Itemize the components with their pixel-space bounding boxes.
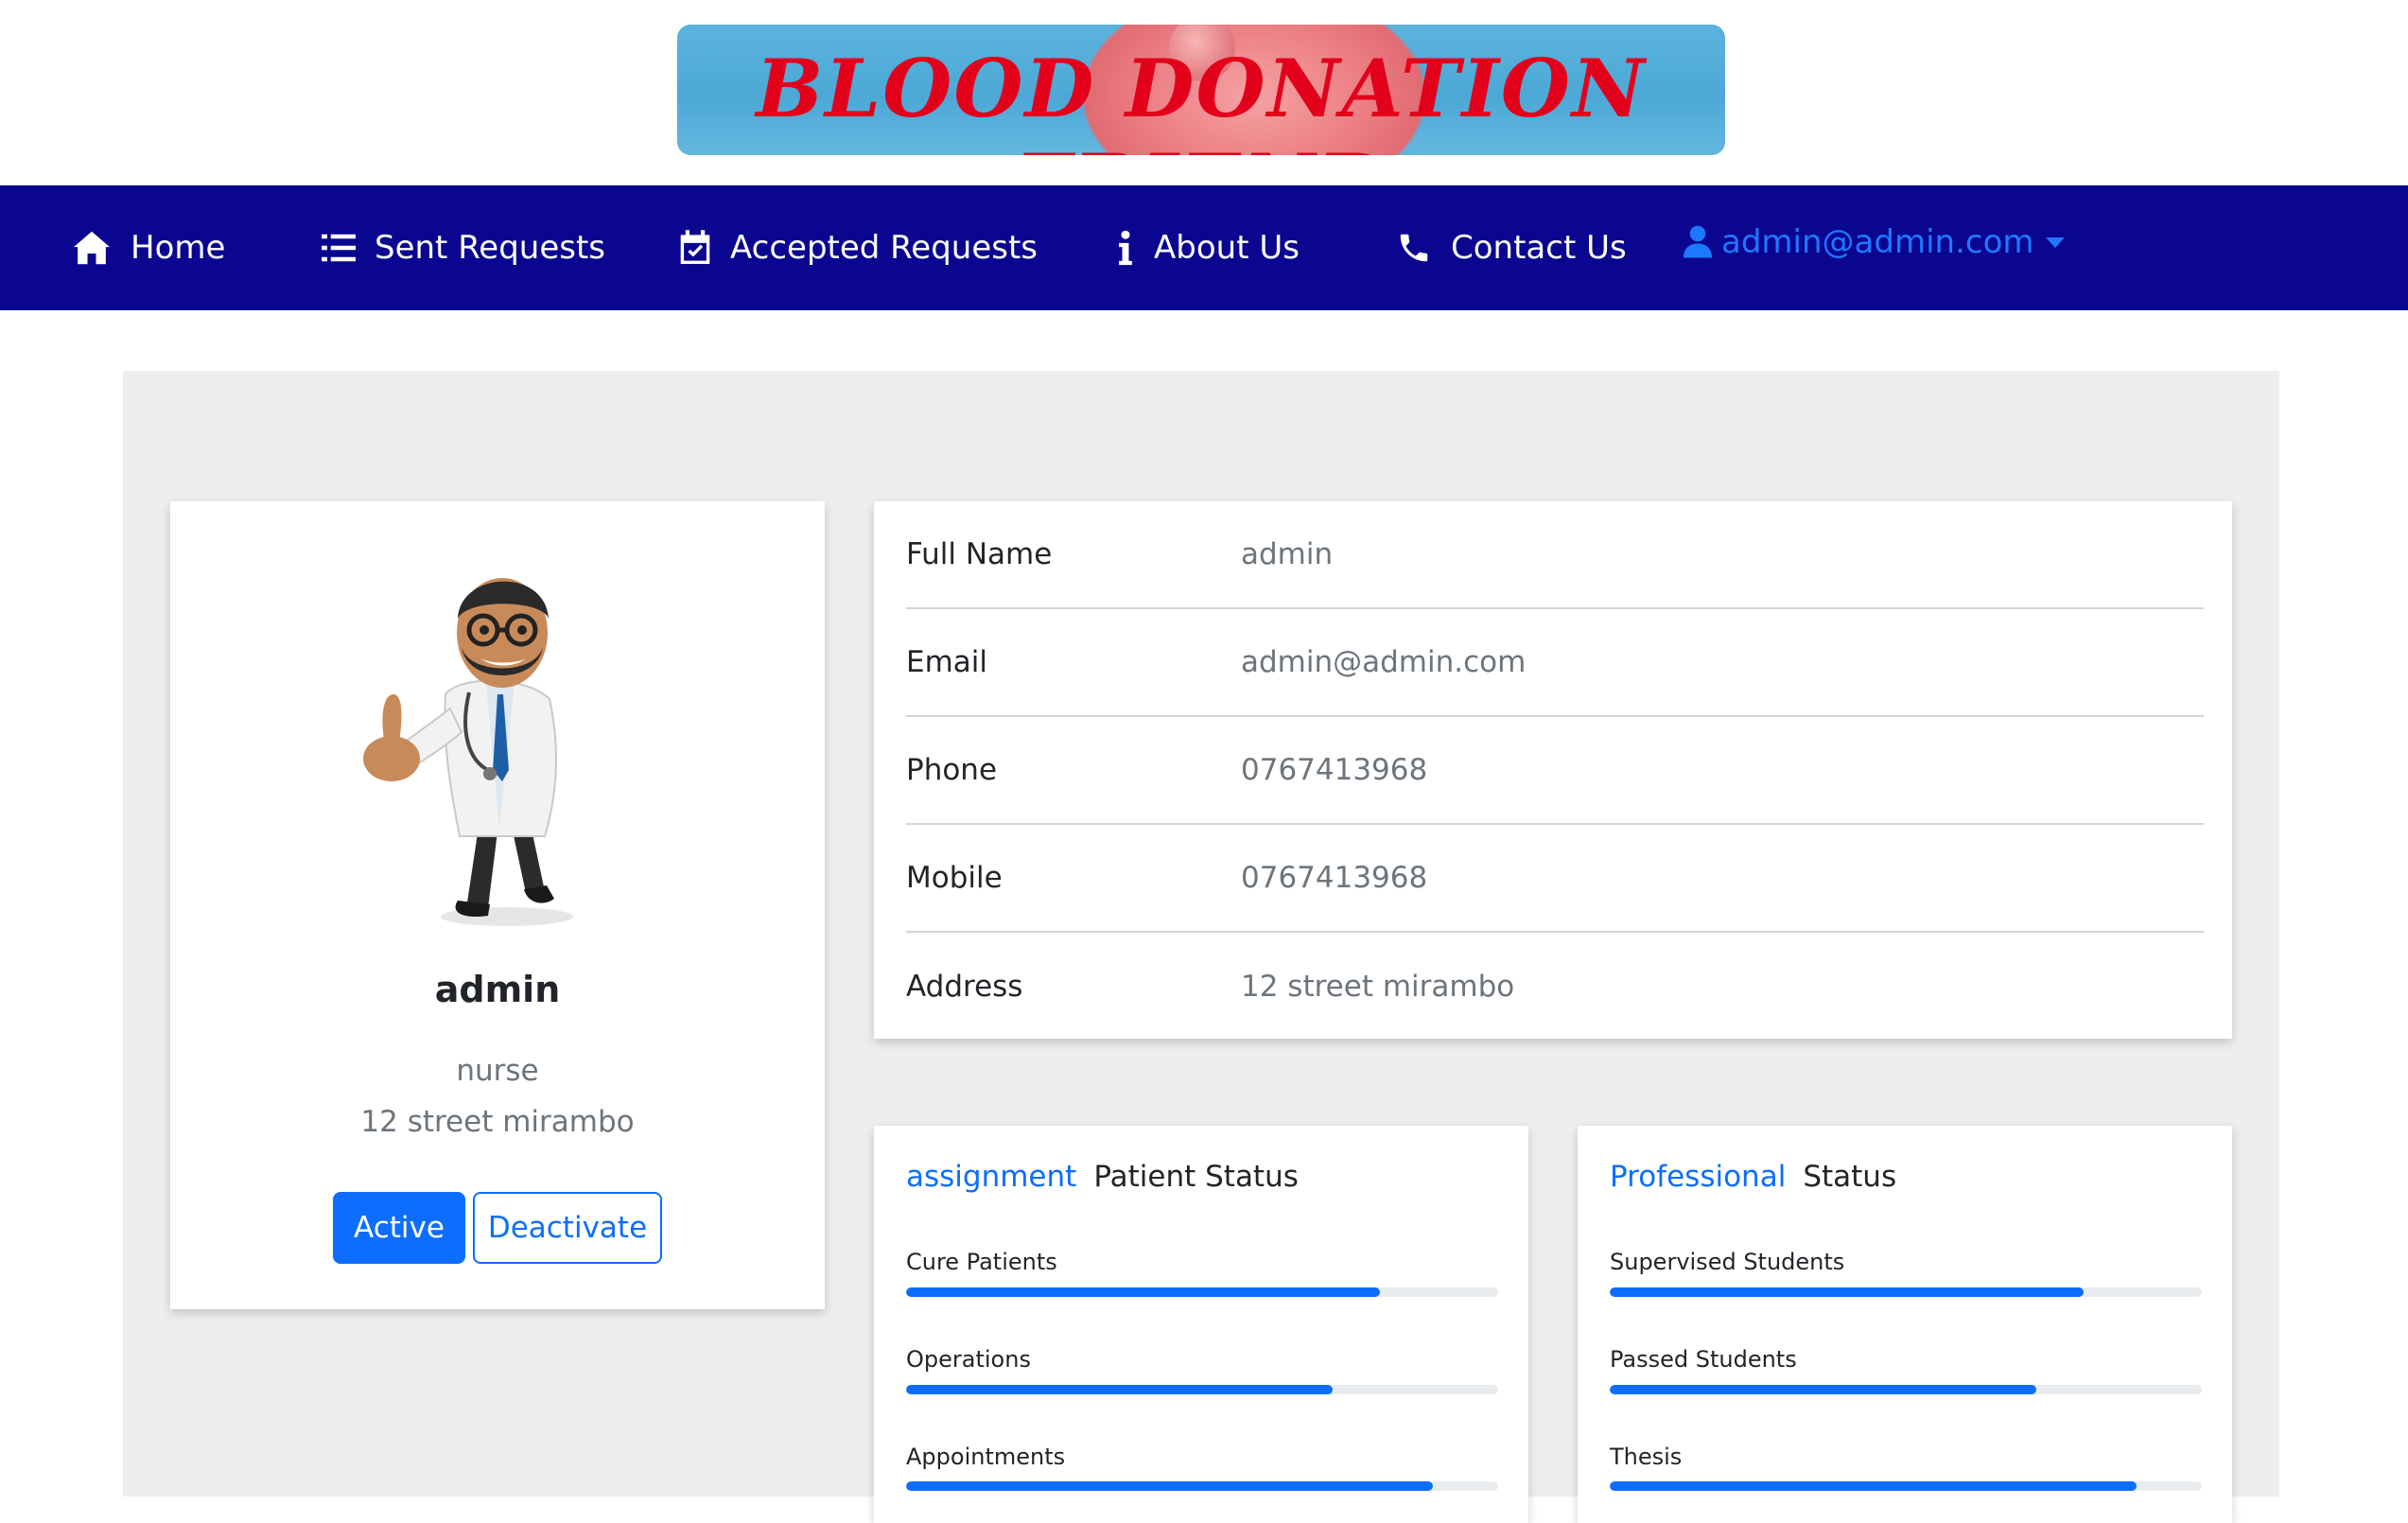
patient-status-title: assignment Patient Status [906, 1160, 1299, 1194]
professional-status-title: Professional Status [1610, 1160, 1896, 1194]
professional-status-accent: Professional [1610, 1160, 1787, 1194]
calendar-check-icon [680, 230, 710, 264]
profile-role: nurse [456, 1054, 539, 1088]
detail-label: Full Name [906, 537, 1053, 571]
doctor-avatar [363, 578, 573, 926]
list-icon [322, 234, 356, 262]
detail-row-address: Address 12 street mirambo [906, 933, 2204, 1041]
nav-accepted-requests-label: Accepted Requests [730, 229, 1038, 267]
progress-fill [1610, 1287, 2084, 1297]
user-menu-dropdown[interactable]: admin@admin.com [1684, 180, 2065, 305]
progress-fill [1610, 1481, 2138, 1491]
progress-bar-supervised-students [1610, 1287, 2202, 1297]
progress-bar-appointments [906, 1481, 1498, 1491]
site-title: BLOOD DONATION FRIEND [756, 42, 1647, 155]
profile-details-card: Full Name admin Email admin@admin.com Ph… [874, 501, 2232, 1039]
bar-label-appointments: Appointments [906, 1444, 1066, 1470]
active-button[interactable]: Active [333, 1192, 465, 1264]
deactivate-button[interactable]: Deactivate [473, 1192, 662, 1264]
progress-bar-cure-patients [906, 1287, 1498, 1297]
detail-row-email: Email admin@admin.com [906, 609, 2204, 717]
bar-label-operations: Operations [906, 1346, 1031, 1373]
detail-row-mobile: Mobile 0767413968 [906, 825, 2204, 933]
detail-value: 0767413968 [1241, 753, 1428, 787]
nav-home[interactable]: Home [72, 185, 225, 310]
progress-bar-thesis [1610, 1481, 2202, 1491]
nav-home-label: Home [131, 229, 226, 267]
nav-contact-us[interactable]: Contact Us [1396, 185, 1627, 310]
patient-status-card: assignment Patient Status Cure Patients O… [874, 1126, 1528, 1523]
nav-about-us[interactable]: About Us [1116, 185, 1300, 310]
chevron-down-icon [2045, 236, 2065, 248]
bar-label-supervised-students: Supervised Students [1610, 1249, 1845, 1275]
info-icon [1119, 230, 1132, 266]
bar-label-thesis: Thesis [1610, 1444, 1683, 1470]
bar-label-passed-students: Passed Students [1610, 1346, 1797, 1373]
detail-label: Mobile [906, 861, 1003, 895]
detail-label: Phone [906, 753, 998, 787]
detail-value: admin [1241, 537, 1334, 571]
professional-status-card: Professional Status Supervised Students P… [1578, 1126, 2232, 1523]
nav-sent-requests-label: Sent Requests [375, 229, 606, 267]
progress-fill [906, 1385, 1333, 1394]
progress-fill [1610, 1385, 2036, 1394]
patient-status-heading: Patient Status [1093, 1160, 1299, 1194]
nav-sent-requests[interactable]: Sent Requests [322, 185, 605, 310]
home-icon [74, 231, 110, 265]
detail-row-phone: Phone 0767413968 [906, 717, 2204, 825]
profile-address: 12 street mirambo [360, 1105, 635, 1139]
detail-value: 12 street mirambo [1241, 970, 1515, 1004]
nav-contact-us-label: Contact Us [1451, 229, 1627, 267]
phone-icon [1400, 234, 1428, 262]
user-email: admin@admin.com [1721, 223, 2034, 261]
detail-value: 0767413968 [1241, 861, 1428, 895]
nav-accepted-requests[interactable]: Accepted Requests [679, 185, 1038, 310]
patient-status-accent: assignment [906, 1160, 1077, 1194]
header-banner-area: BLOOD DONATION FRIEND [0, 0, 2408, 185]
progress-fill [906, 1287, 1380, 1297]
bar-label-cure-patients: Cure Patients [906, 1249, 1057, 1275]
profile-card: admin nurse 12 street mirambo Active Dea… [170, 501, 825, 1309]
detail-row-full-name: Full Name admin [906, 501, 2204, 609]
progress-bar-passed-students [1610, 1385, 2202, 1394]
detail-label: Address [906, 970, 1023, 1004]
profile-name: admin [434, 969, 561, 1010]
detail-label: Email [906, 645, 988, 679]
professional-status-heading: Status [1803, 1160, 1897, 1194]
main-navbar: Home Sent Requests Accepted Requests Abo… [0, 185, 2408, 310]
progress-fill [906, 1481, 1434, 1491]
user-icon [1684, 225, 1712, 258]
detail-value: admin@admin.com [1241, 645, 1527, 679]
nav-about-us-label: About Us [1154, 229, 1300, 267]
progress-bar-operations [906, 1385, 1498, 1394]
site-logo-banner[interactable]: BLOOD DONATION FRIEND [677, 25, 1725, 155]
